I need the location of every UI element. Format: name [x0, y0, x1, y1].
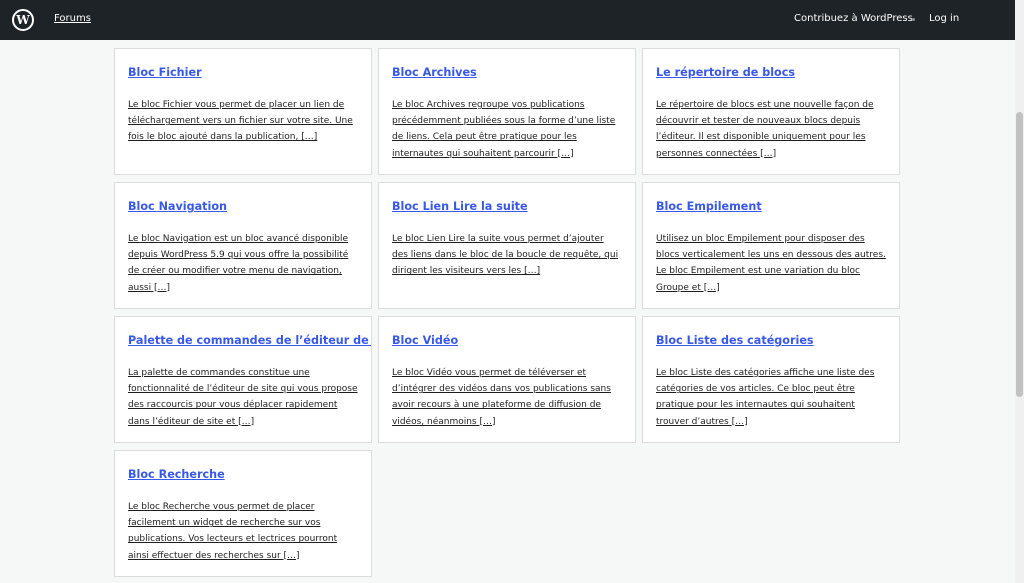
card-title-link[interactable]: Bloc Fichier	[128, 66, 358, 80]
separator-dot	[912, 18, 915, 21]
contribute-link[interactable]: Contribuez à WordPress	[794, 13, 913, 24]
card-title-link[interactable]: Bloc Lien Lire la suite	[392, 200, 622, 214]
card-title-link[interactable]: Bloc Recherche	[128, 468, 358, 482]
card-excerpt-link[interactable]: Utilisez un bloc Empilement pour dispose…	[656, 231, 886, 296]
card-excerpt-link[interactable]: Le bloc Fichier vous permet de placer un…	[128, 97, 358, 146]
card-excerpt-link[interactable]: Le répertoire de blocs est une nouvelle …	[656, 97, 886, 162]
block-card: Bloc Recherche Le bloc Recherche vous pe…	[114, 450, 372, 577]
card-title-link[interactable]: Bloc Liste des catégories	[656, 334, 886, 348]
block-card: Bloc Navigation Le bloc Navigation est u…	[114, 182, 372, 309]
card-excerpt-link[interactable]: Le bloc Liste des catégories affiche une…	[656, 365, 886, 430]
block-card: Bloc Empilement Utilisez un bloc Empilem…	[642, 182, 900, 309]
card-title-link[interactable]: Le répertoire de blocs	[656, 66, 886, 80]
card-excerpt-link[interactable]: Le bloc Recherche vous permet de placer …	[128, 499, 358, 564]
block-card: Bloc Archives Le bloc Archives regroupe …	[378, 48, 636, 175]
card-excerpt-link[interactable]: Le bloc Vidéo vous permet de téléverser …	[392, 365, 622, 430]
card-excerpt-link[interactable]: La palette de commandes constitue une fo…	[128, 365, 358, 430]
card-excerpt-link[interactable]: Le bloc Navigation est un bloc avancé di…	[128, 231, 358, 296]
card-excerpt-link[interactable]: Le bloc Lien Lire la suite vous permet d…	[392, 231, 622, 280]
block-card: Bloc Vidéo Le bloc Vidéo vous permet de …	[378, 316, 636, 443]
top-bar: W Forums Contribuez à WordPress Log in	[0, 0, 1015, 40]
forums-link[interactable]: Forums	[54, 13, 91, 24]
card-title-link[interactable]: Bloc Empilement	[656, 200, 886, 214]
block-card: Palette de commandes de l’éditeur de sit…	[114, 316, 372, 443]
block-card: Bloc Liste des catégories Le bloc Liste …	[642, 316, 900, 443]
card-title-link[interactable]: Bloc Archives	[392, 66, 622, 80]
login-link[interactable]: Log in	[929, 13, 959, 24]
card-title-link[interactable]: Palette de commandes de l’éditeur de sit…	[128, 334, 371, 348]
wordpress-logo-icon[interactable]: W	[12, 9, 34, 31]
card-excerpt-link[interactable]: Le bloc Archives regroupe vos publicatio…	[392, 97, 622, 162]
card-title-link[interactable]: Bloc Navigation	[128, 200, 358, 214]
block-card: Le répertoire de blocs Le répertoire de …	[642, 48, 900, 175]
block-card: Bloc Lien Lire la suite Le bloc Lien Lir…	[378, 182, 636, 309]
block-card: Bloc Fichier Le bloc Fichier vous permet…	[114, 48, 372, 175]
block-card-grid: Bloc Fichier Le bloc Fichier vous permet…	[114, 48, 900, 577]
card-title-link[interactable]: Bloc Vidéo	[392, 334, 622, 348]
page-scrollbar-thumb[interactable]	[1016, 112, 1023, 397]
